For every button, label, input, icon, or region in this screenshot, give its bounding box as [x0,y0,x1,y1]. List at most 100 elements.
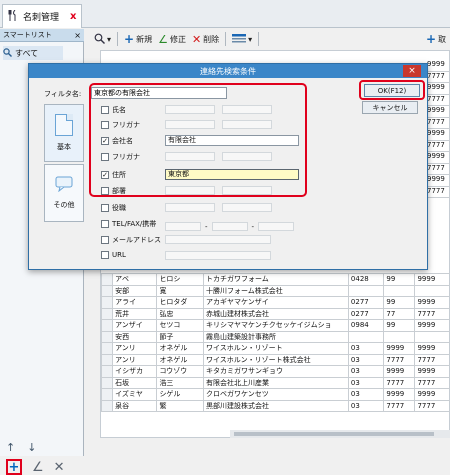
tel-dash: - [252,223,255,231]
tel-part-1[interactable] [165,222,201,231]
table-row[interactable]: 安部寛十勝川フォーム株式会社 [102,285,450,297]
table-row[interactable]: アベヒロシトカチガワフォーム0428999999 [102,274,450,286]
table-row[interactable]: 荒井弘忠赤城山建材株式会社0277777777 [102,308,450,320]
table-row[interactable]: 泉谷繁黒部川建設株式会社0377777777 [102,400,450,412]
criteria-checkbox[interactable]: ✓ [101,171,109,179]
view-menu-button[interactable]: ▾ [232,34,252,45]
row-header[interactable] [102,285,113,297]
table-cell: 9999 [384,366,415,378]
table-row[interactable]: アンリオネゲルワイスホルン・リゾート株式会社0377777777 [102,354,450,366]
row-header[interactable] [102,343,113,355]
tab-label: 名刺管理 [23,10,59,23]
row-header[interactable] [102,366,113,378]
tab-basic[interactable]: 基本 [44,104,84,162]
tab-business-cards[interactable]: 名刺管理 x [2,4,82,28]
table-cell: 0277 [348,308,383,320]
table-cell: 0428 [348,274,383,286]
table-cell: 安部 [113,285,157,297]
cancel-button[interactable]: キャンセル [362,101,418,114]
table-row[interactable]: 安西節子霧島山建築設計事務所 [102,331,450,343]
delete-button[interactable]: ✕ 削除 [192,33,219,46]
criteria-checkbox[interactable] [101,220,109,228]
table-row[interactable]: アンリオネゲルワイスホルン・リゾート0399999999 [102,343,450,355]
tel-part-3[interactable] [258,222,294,231]
dialog-close-button[interactable]: × [403,65,421,77]
dialog-title: 連絡先検索条件 [200,66,256,77]
row-header[interactable] [102,389,113,401]
criteria-row: メールアドレス [101,235,161,245]
table-cell: 弘忠 [157,308,204,320]
criteria-disabled-input [165,251,271,260]
criteria-checkbox[interactable]: ✓ [101,137,109,145]
main-toolbar: ▾ + 新規 ∠ 修正 ✕ 削除 ▾ + 取 [86,29,450,49]
criteria-value-input[interactable]: 有限会社 [165,135,299,146]
criteria-row: ✓住所 [101,170,126,180]
toolbar-separator [225,32,226,46]
table-cell [415,331,450,343]
criteria-checkbox[interactable] [101,121,109,129]
row-header[interactable] [102,274,113,286]
table-cell: アンリ [113,354,157,366]
criteria-checkbox[interactable] [101,187,109,195]
new-button[interactable]: + 新規 [124,32,152,46]
criteria-checkbox[interactable] [101,236,109,244]
row-header[interactable] [102,354,113,366]
criteria-row: 部署 [101,186,126,196]
row-header[interactable] [102,308,113,320]
table-row[interactable]: アンザイセツコキリシマヤマケンチクセッケイジムショ0984999999 [102,320,450,332]
table-cell: 9999 [415,366,450,378]
delete-x-icon[interactable]: ✕ [54,460,65,475]
table-cell: 9999 [415,320,450,332]
table-cell: アカギヤマケンザイ [204,297,349,309]
search-button[interactable]: ▾ [94,33,111,46]
table-row[interactable]: 石坂浩三有限会社北上川産業0377777777 [102,377,450,389]
add-smart-list-button[interactable]: + [6,459,22,475]
table-cell: 石坂 [113,377,157,389]
tel-input-group: -- [165,222,294,231]
contacts-table: アベヒロシトカチガワフォーム0428999999安部寛十勝川フォーム株式会社アラ… [101,273,450,412]
criteria-checkbox[interactable] [101,106,109,114]
smart-list-close-icon[interactable]: × [74,31,81,40]
row-header[interactable] [102,377,113,389]
table-cell: キリシマヤマケンチクセッケイジムショ [204,320,349,332]
table-cell: 繁 [157,400,204,412]
table-cell: クロベガワケンセツ [204,389,349,401]
edit-pencil-icon[interactable]: ∠ [32,460,44,475]
criteria-checkbox[interactable] [101,251,109,259]
table-cell: 03 [348,400,383,412]
criteria-checkbox[interactable] [101,204,109,212]
criteria-row: フリガナ [101,152,140,162]
arrow-up-icon[interactable]: ↑ [6,441,15,454]
ok-button[interactable]: OK(F12) [364,84,420,97]
row-header[interactable] [102,320,113,332]
criteria-row: 役職 [101,203,126,213]
right-column-values: 9999777799997777999977779999777799997777… [425,60,450,290]
table-row[interactable]: アライヒロタダアカギヤマケンザイ0277999999 [102,297,450,309]
criteria-label: 住所 [112,170,126,180]
smart-list-item-all[interactable]: すべて [3,46,63,60]
import-button[interactable]: + 取 [426,32,446,46]
chat-bubble-icon [55,176,73,194]
tab-close-icon[interactable]: x [70,11,76,22]
row-header[interactable] [102,297,113,309]
edit-button[interactable]: ∠ 修正 [158,33,186,46]
criteria-disabled-input [165,152,215,161]
table-cell: キタカミガワサンギョウ [204,366,349,378]
arrow-down-icon[interactable]: ↓ [27,441,36,454]
row-header[interactable] [102,331,113,343]
table-row[interactable]: イシザカコウゾウキタカミガワサンギョウ0399999999 [102,366,450,378]
row-header[interactable] [102,400,113,412]
criteria-value-input[interactable]: 東京都 [165,169,299,180]
table-cell: 7777 [384,377,415,389]
table-cell: アベ [113,274,157,286]
tab-other[interactable]: その他 [44,164,84,222]
criteria-label: URL [112,251,126,259]
table-cell: 99 [384,320,415,332]
table-cell: 黒部川建設株式会社 [204,400,349,412]
criteria-checkbox[interactable] [101,153,109,161]
tel-part-2[interactable] [212,222,248,231]
horizontal-scrollbar[interactable] [230,430,450,438]
table-cell: アンザイ [113,320,157,332]
table-row[interactable]: イズミヤシゲルクロベガワケンセツ0399999999 [102,389,450,401]
table-cell: 赤城山建材株式会社 [204,308,349,320]
